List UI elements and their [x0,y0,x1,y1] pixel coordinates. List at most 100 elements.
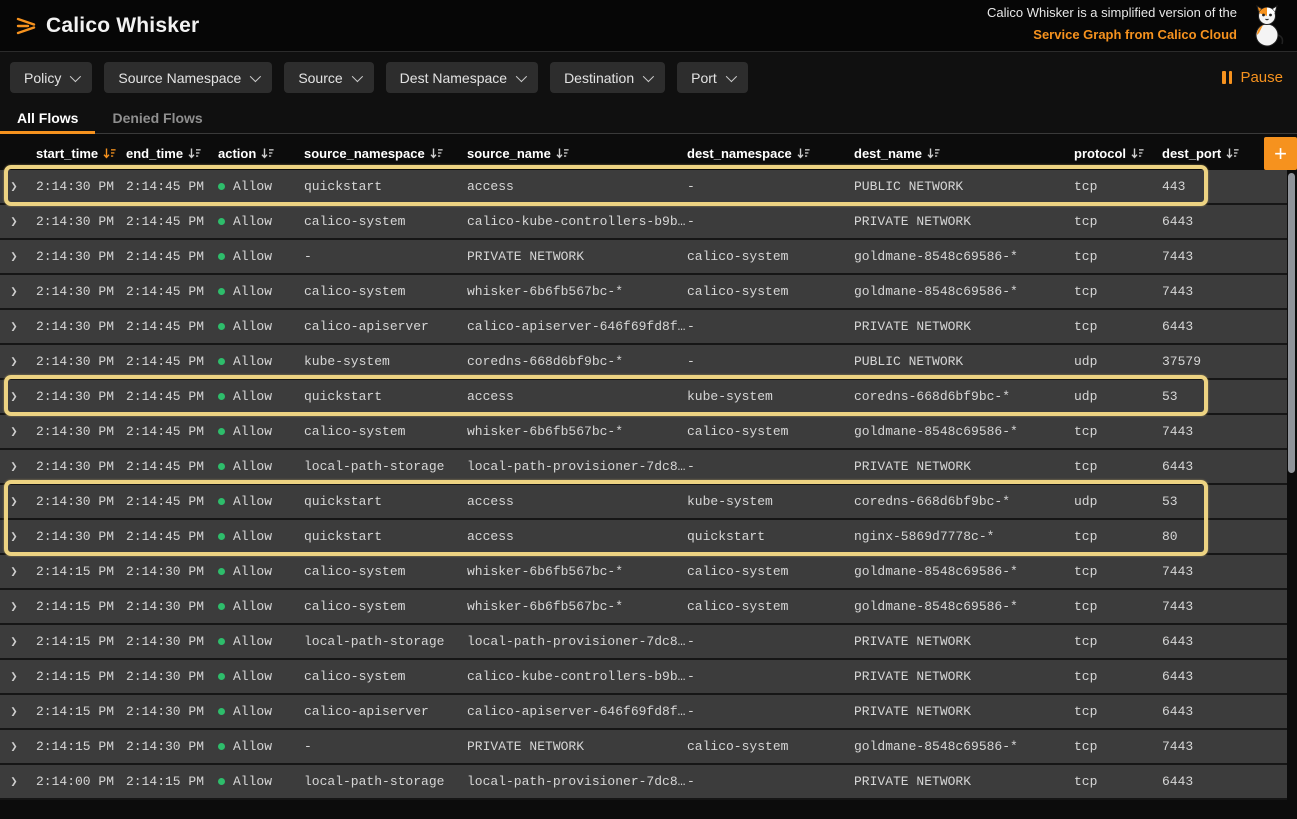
cell-dest_port: 53 [1162,494,1287,509]
row-expand-chevron-icon[interactable]: ❯ [0,284,36,299]
row-expand-chevron-icon[interactable]: ❯ [0,739,36,754]
action-label: Allow [233,564,272,579]
table-row[interactable]: ❯2:14:15 PM2:14:30 PMAllow-PRIVATE NETWO… [0,730,1287,765]
tab-denied-flows[interactable]: Denied Flows [95,103,219,133]
row-expand-chevron-icon[interactable]: ❯ [0,704,36,719]
cell-source_name: access [467,529,687,544]
row-expand-chevron-icon[interactable]: ❯ [0,319,36,334]
cell-source_namespace: quickstart [304,529,467,544]
sort-icon[interactable] [261,147,274,160]
cell-end_time: 2:14:15 PM [126,774,218,789]
sort-icon[interactable] [556,147,569,160]
sort-icon[interactable] [188,147,201,160]
table-row[interactable]: ❯2:14:30 PM2:14:45 PMAllowquickstartacce… [0,485,1287,520]
app-title: Calico Whisker [46,14,199,38]
sort-icon[interactable] [927,147,940,160]
column-header-source_name[interactable]: source_name [467,146,687,161]
table-row[interactable]: ❯2:14:30 PM2:14:45 PMAllowquickstartacce… [0,380,1287,415]
table-row[interactable]: ❯2:14:30 PM2:14:45 PMAllowcalico-apiserv… [0,310,1287,345]
cell-dest_port: 37579 [1162,354,1287,369]
row-expand-chevron-icon[interactable]: ❯ [0,564,36,579]
filter-policy-label: Policy [24,70,61,86]
row-expand-chevron-icon[interactable]: ❯ [0,494,36,509]
column-header-source_namespace[interactable]: source_namespace [304,146,467,161]
cell-start_time: 2:14:00 PM [36,774,126,789]
table-row[interactable]: ❯2:14:30 PM2:14:45 PMAllowlocal-path-sto… [0,450,1287,485]
sort-icon[interactable] [1131,147,1144,160]
column-header-end_time[interactable]: end_time [126,146,218,161]
row-expand-chevron-icon[interactable]: ❯ [0,774,36,789]
row-expand-chevron-icon[interactable]: ❯ [0,529,36,544]
cell-source_name: access [467,389,687,404]
allow-status-dot-icon [218,218,225,225]
column-header-action[interactable]: action [218,146,304,161]
row-expand-chevron-icon[interactable]: ❯ [0,389,36,404]
action-label: Allow [233,774,272,789]
filter-policy-dropdown[interactable]: Policy [10,62,92,93]
cell-source_name: coredns-668d6bf9bc-* [467,354,687,369]
action-label: Allow [233,529,272,544]
table-row[interactable]: ❯2:14:15 PM2:14:30 PMAllowcalico-systemw… [0,590,1287,625]
filter-dest-namespace-dropdown[interactable]: Dest Namespace [386,62,538,93]
cell-protocol: tcp [1074,319,1162,334]
column-header-label: source_name [467,146,551,161]
row-expand-chevron-icon[interactable]: ❯ [0,179,36,194]
table-row[interactable]: ❯2:14:30 PM2:14:45 PMAllow-PRIVATE NETWO… [0,240,1287,275]
sort-icon[interactable] [430,147,443,160]
row-expand-chevron-icon[interactable]: ❯ [0,354,36,369]
cell-protocol: udp [1074,389,1162,404]
table-row[interactable]: ❯2:14:30 PM2:14:45 PMAllowcalico-systemw… [0,415,1287,450]
row-expand-chevron-icon[interactable]: ❯ [0,634,36,649]
table-row[interactable]: ❯2:14:30 PM2:14:45 PMAllowquickstartacce… [0,170,1287,205]
sort-icon[interactable] [1226,147,1239,160]
pause-button[interactable]: Pause [1222,69,1283,86]
sort-icon[interactable] [797,147,810,160]
cell-start_time: 2:14:15 PM [36,634,126,649]
row-expand-chevron-icon[interactable]: ❯ [0,214,36,229]
cell-dest_namespace: - [687,774,854,789]
cell-source_namespace: calico-system [304,214,467,229]
column-header-label: start_time [36,146,98,161]
filter-destination-dropdown[interactable]: Destination [550,62,665,93]
table-row[interactable]: ❯2:14:15 PM2:14:30 PMAllowlocal-path-sto… [0,625,1287,660]
column-header-label: dest_namespace [687,146,792,161]
tab-all-flows[interactable]: All Flows [0,103,95,133]
table-row[interactable]: ❯2:14:15 PM2:14:30 PMAllowcalico-apiserv… [0,695,1287,730]
column-header-start_time[interactable]: start_time [36,146,126,161]
table-row[interactable]: ❯2:14:30 PM2:14:45 PMAllowkube-systemcor… [0,345,1287,380]
row-expand-chevron-icon[interactable]: ❯ [0,599,36,614]
table-row[interactable]: ❯2:14:15 PM2:14:30 PMAllowcalico-systemw… [0,555,1287,590]
chevron-down-icon [250,70,261,81]
table-row[interactable]: ❯2:14:30 PM2:14:45 PMAllowcalico-systemc… [0,205,1287,240]
cell-protocol: tcp [1074,424,1162,439]
row-expand-chevron-icon[interactable]: ❯ [0,459,36,474]
action-label: Allow [233,704,272,719]
column-header-dest_namespace[interactable]: dest_namespace [687,146,854,161]
table-scrollbar-thumb[interactable] [1288,173,1295,473]
column-header-dest_name[interactable]: dest_name [854,146,1074,161]
cell-dest_namespace: - [687,634,854,649]
cell-start_time: 2:14:15 PM [36,599,126,614]
filter-port-dropdown[interactable]: Port [677,62,748,93]
row-expand-chevron-icon[interactable]: ❯ [0,669,36,684]
cell-dest_port: 7443 [1162,599,1287,614]
service-graph-link[interactable]: Service Graph from Calico Cloud [1033,26,1237,45]
sort-icon[interactable] [103,147,116,160]
add-column-button[interactable]: + [1264,137,1297,170]
action-label: Allow [233,634,272,649]
cell-action: Allow [218,529,304,544]
table-row[interactable]: ❯2:14:30 PM2:14:45 PMAllowquickstartacce… [0,520,1287,555]
cell-dest_namespace: calico-system [687,424,854,439]
table-row[interactable]: ❯2:14:30 PM2:14:45 PMAllowcalico-systemw… [0,275,1287,310]
table-row[interactable]: ❯2:14:00 PM2:14:15 PMAllowlocal-path-sto… [0,765,1287,800]
cell-dest_namespace: - [687,354,854,369]
cell-protocol: tcp [1074,564,1162,579]
cell-action: Allow [218,179,304,194]
row-expand-chevron-icon[interactable]: ❯ [0,249,36,264]
cell-end_time: 2:14:45 PM [126,214,218,229]
filter-source-dropdown[interactable]: Source [284,62,373,93]
table-row[interactable]: ❯2:14:15 PM2:14:30 PMAllowcalico-systemc… [0,660,1287,695]
column-header-protocol[interactable]: protocol [1074,146,1162,161]
row-expand-chevron-icon[interactable]: ❯ [0,424,36,439]
filter-source-namespace-dropdown[interactable]: Source Namespace [104,62,272,93]
